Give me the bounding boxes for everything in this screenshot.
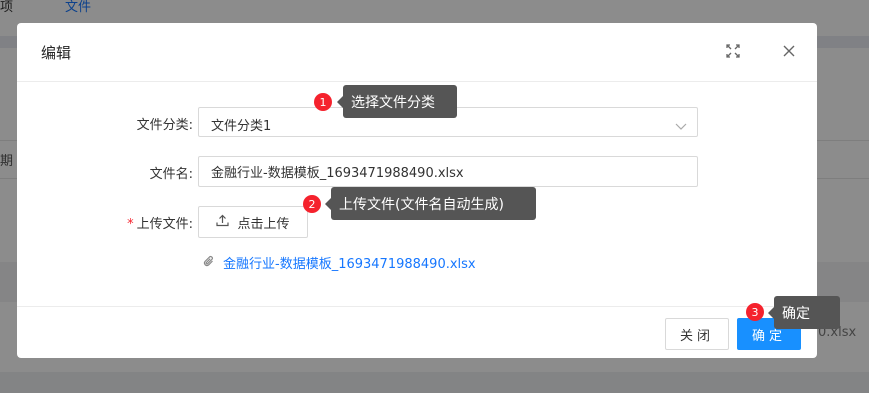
uploaded-file-link[interactable]: 金融行业-数据模板_1693471988490.xlsx xyxy=(203,253,476,272)
step-badge: 3 xyxy=(746,303,764,321)
close-icon xyxy=(782,43,796,62)
annotation-callout: 确定 xyxy=(768,296,840,329)
dialog-footer: 关闭 确定 xyxy=(17,306,817,359)
required-mark: * xyxy=(127,217,134,232)
upload-button[interactable]: 点击上传 xyxy=(198,206,308,238)
chevron-down-icon xyxy=(675,117,687,130)
category-select-value: 文件分类1 xyxy=(211,119,272,134)
filename-label: 文件名: xyxy=(149,167,193,182)
close-button[interactable] xyxy=(776,39,802,65)
paperclip-icon xyxy=(203,253,215,272)
upload-button-label: 点击上传 xyxy=(237,216,290,232)
annotation-callout: 选择文件分类 xyxy=(337,85,457,118)
upload-label-text: 上传文件: xyxy=(136,217,193,232)
dialog-header: 编辑 xyxy=(17,23,817,82)
form-row-filename: 文件名: xyxy=(17,156,817,188)
step-badge: 1 xyxy=(314,93,332,111)
step-badge: 2 xyxy=(303,195,321,213)
annotation-callout: 上传文件(文件名自动生成) xyxy=(325,187,536,220)
category-label: 文件分类: xyxy=(136,118,193,133)
upload-label: * 上传文件: xyxy=(127,213,193,232)
maximize-icon xyxy=(726,43,740,62)
maximize-button[interactable] xyxy=(720,39,746,65)
upload-icon xyxy=(216,214,230,231)
uploaded-file-name: 金融行业-数据模板_1693471988490.xlsx xyxy=(223,257,476,272)
close-dialog-button[interactable]: 关闭 xyxy=(665,318,729,350)
dialog-title: 编辑 xyxy=(41,44,72,62)
filename-input[interactable] xyxy=(198,156,698,187)
